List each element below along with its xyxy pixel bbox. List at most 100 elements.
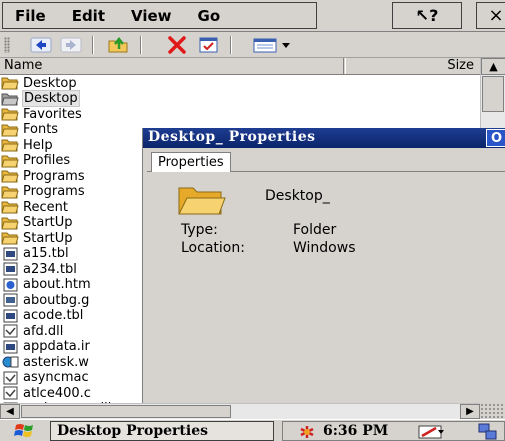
- scroll-left-button[interactable]: ◀: [0, 404, 20, 419]
- column-name-header[interactable]: Name: [4, 58, 42, 74]
- forward-button[interactable]: [56, 35, 86, 55]
- up-folder-button[interactable]: [104, 35, 134, 55]
- properties-panel: Desktop_ Type: Folder Location: Windows: [147, 171, 505, 403]
- close-button[interactable]: ×: [476, 2, 505, 29]
- network-icon[interactable]: [477, 423, 499, 441]
- horizontal-scroll-thumb[interactable]: [21, 405, 231, 418]
- toolbar-separator: [230, 36, 232, 54]
- ok-button[interactable]: O: [486, 129, 505, 147]
- tab-properties[interactable]: Properties: [151, 152, 231, 172]
- back-icon: [30, 37, 52, 53]
- vertical-scroll-thumb[interactable]: [482, 76, 504, 112]
- location-value: Windows: [293, 240, 356, 256]
- view-menu-icon: [253, 38, 290, 53]
- list-item-label: appdata.ir: [23, 339, 90, 354]
- list-item-label: Programs: [23, 168, 85, 184]
- list-item[interactable]: Programs: [0, 184, 86, 200]
- up-folder-icon: [108, 36, 128, 53]
- image-file-icon: [1, 293, 19, 307]
- list-item[interactable]: Profiles: [0, 153, 71, 169]
- system-tray: 6:36 PM: [282, 421, 505, 441]
- list-item[interactable]: Help: [0, 137, 54, 153]
- list-item[interactable]: Programs: [0, 168, 86, 184]
- folder-icon: [1, 107, 19, 121]
- toolbar-separator: [140, 36, 142, 54]
- folder-icon: [1, 154, 19, 168]
- dialog-title-bar[interactable]: Desktop_ Properties O: [143, 128, 505, 148]
- location-label: Location:: [181, 240, 245, 256]
- list-item[interactable]: StartUp: [0, 230, 74, 246]
- menu-file[interactable]: File: [3, 7, 60, 25]
- list-item-label: Fonts: [23, 122, 59, 137]
- column-size-header[interactable]: Size: [447, 58, 474, 74]
- connection-icon[interactable]: [297, 424, 317, 440]
- list-item[interactable]: a234.tbl: [0, 261, 78, 277]
- list-item[interactable]: afd.dll: [0, 323, 64, 339]
- menu-group: File Edit View Go: [2, 2, 317, 29]
- list-item[interactable]: a15.tbl: [0, 246, 70, 262]
- taskbar: Desktop Properties 6:36 PM: [0, 419, 505, 441]
- desktop-icon: [1, 92, 19, 106]
- folder-icon: [1, 185, 19, 199]
- list-item[interactable]: atlce400.c: [0, 385, 92, 401]
- folder-icon: [1, 231, 19, 245]
- list-item[interactable]: Desktop: [0, 75, 78, 91]
- toolbar: [0, 32, 505, 58]
- delete-icon: [168, 36, 186, 54]
- properties-button[interactable]: [194, 35, 224, 55]
- clock[interactable]: 6:36 PM: [323, 422, 388, 440]
- dll-file-icon: [1, 386, 19, 400]
- list-item-label: atlce400.c: [23, 385, 91, 401]
- start-button[interactable]: [14, 422, 36, 440]
- list-item-label: Help: [23, 137, 53, 153]
- list-item-label: Favorites: [23, 106, 82, 122]
- large-folder-icon: [178, 187, 226, 215]
- folder-icon: [1, 76, 19, 90]
- horizontal-scrollbar[interactable]: ◀ ▶: [0, 403, 480, 419]
- table-file-icon: [1, 262, 19, 276]
- list-item[interactable]: Favorites: [0, 106, 83, 122]
- toolbar-grip[interactable]: [4, 37, 10, 53]
- folder-icon: [1, 200, 19, 214]
- menu-view[interactable]: View: [119, 7, 186, 25]
- column-divider[interactable]: [343, 58, 346, 74]
- table-file-icon: [1, 309, 19, 323]
- windows-logo-icon: [14, 424, 33, 437]
- help-button[interactable]: ↖?: [392, 2, 462, 29]
- delete-button[interactable]: [162, 35, 192, 55]
- list-item[interactable]: asyncmac: [0, 370, 90, 386]
- list-item-label: Programs: [23, 184, 85, 199]
- list-item[interactable]: about.htm: [0, 277, 92, 293]
- list-item[interactable]: Recent: [0, 199, 69, 215]
- back-button[interactable]: [26, 35, 56, 55]
- properties-dialog: Desktop_ Properties O Properties Desktop…: [142, 128, 505, 403]
- resize-grip: [480, 403, 505, 419]
- dll-file-icon: [1, 324, 19, 338]
- taskbar-window-button[interactable]: Desktop Properties: [50, 421, 274, 441]
- forward-icon: [60, 37, 82, 53]
- list-item[interactable]: aboutbg.g: [0, 292, 90, 308]
- scroll-right-button[interactable]: ▶: [460, 404, 480, 419]
- folder-icon: [1, 123, 19, 137]
- close-icon: ×: [488, 5, 504, 26]
- list-item-label: a234.tbl: [23, 261, 77, 277]
- toolbar-separator: [92, 36, 94, 54]
- list-item[interactable]: asterisk.w: [0, 354, 90, 370]
- chevron-up-icon: ▲: [489, 60, 498, 73]
- list-item[interactable]: StartUp: [0, 215, 74, 231]
- folder-name: Desktop_: [265, 188, 330, 204]
- list-item-label: asterisk.w: [23, 354, 89, 370]
- menu-edit[interactable]: Edit: [60, 7, 119, 25]
- input-panel-icon[interactable]: [418, 424, 446, 440]
- list-item-label: about.htm: [23, 277, 91, 292]
- list-item-label: Desktop: [23, 75, 77, 91]
- view-mode-button[interactable]: [250, 35, 296, 55]
- scroll-up-button[interactable]: ▲: [481, 58, 505, 75]
- list-item[interactable]: acode.tbl: [0, 308, 84, 324]
- folder-icon: [1, 138, 19, 152]
- sound-file-icon: [1, 355, 19, 369]
- list-item[interactable]: appdata.ir: [0, 339, 91, 355]
- list-item[interactable]: Desktop: [0, 90, 80, 107]
- list-item[interactable]: Fonts: [0, 122, 59, 138]
- menu-go[interactable]: Go: [186, 7, 235, 25]
